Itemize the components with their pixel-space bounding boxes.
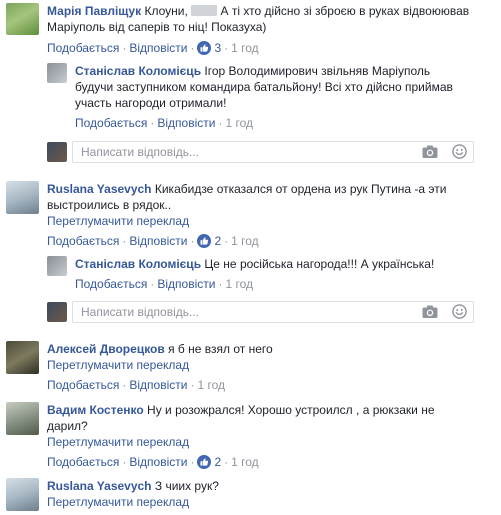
like-link[interactable]: Подобається bbox=[75, 116, 147, 130]
reply-box[interactable] bbox=[72, 301, 474, 323]
comment-author[interactable]: Станіслав Коломієць bbox=[75, 64, 201, 78]
timestamp[interactable]: 1 год bbox=[231, 234, 259, 248]
reply-link[interactable]: Відповісти bbox=[129, 378, 187, 392]
comment-text: Станіслав Коломієць Це не російська наго… bbox=[75, 256, 434, 272]
translate-link[interactable]: Перетлумачити переклад bbox=[47, 213, 189, 229]
comment-body: выстроились в рядок.. bbox=[47, 198, 172, 212]
redacted-mark bbox=[191, 5, 218, 16]
reply-link[interactable]: Відповісти bbox=[129, 41, 187, 55]
camera-icon[interactable] bbox=[422, 305, 438, 319]
comment-author[interactable]: Алексей Дворецков bbox=[47, 342, 165, 356]
comment-text: Ruslana Yasevych З чиих рук? bbox=[47, 478, 219, 494]
reply-input[interactable] bbox=[81, 304, 381, 320]
comment-body: будучи заступником командира батальйону!… bbox=[75, 80, 453, 94]
like-link[interactable]: Подобається bbox=[47, 378, 119, 392]
translate-link[interactable]: Перетлумачити переклад bbox=[47, 434, 189, 450]
comment-actions: Подобається · Відповісти · 1 год bbox=[75, 116, 253, 130]
like-count[interactable]: 2 bbox=[211, 234, 221, 248]
avatar[interactable] bbox=[6, 478, 39, 511]
like-link[interactable]: Подобається bbox=[47, 455, 119, 469]
comment-actions: Подобається · Відповісти · 1 год bbox=[75, 277, 253, 291]
thumbs-up-icon[interactable] bbox=[197, 234, 211, 248]
camera-icon[interactable] bbox=[422, 145, 438, 159]
comment-body: Ігор Володимирович звільняв Маріуполь bbox=[204, 64, 431, 78]
comment-author[interactable]: Ruslana Yasevych bbox=[47, 479, 152, 493]
reply-input[interactable] bbox=[81, 144, 381, 160]
translate-link[interactable]: Перетлумачити переклад bbox=[47, 357, 189, 373]
comment-text: Вадим Костенко Ну и розожрался! Хорошо у… bbox=[47, 402, 435, 418]
timestamp[interactable]: 1 год bbox=[231, 455, 259, 469]
comment-actions: Подобається · Відповісти · 3 · 1 год bbox=[47, 41, 259, 55]
comment-body: Ну и розожрался! Хорошо устроилсл , а рю… bbox=[147, 403, 435, 417]
avatar[interactable] bbox=[6, 341, 39, 374]
like-link[interactable]: Подобається bbox=[47, 41, 119, 55]
comment-body: А ті хто дійсно зі зброєю в руках відвою… bbox=[220, 4, 470, 18]
like-count[interactable]: 2 bbox=[211, 455, 221, 469]
comment-body: Це не російська нагорода!!! А українська… bbox=[204, 257, 435, 271]
reply-link[interactable]: Відповісти bbox=[157, 116, 215, 130]
avatar[interactable] bbox=[6, 181, 39, 214]
comment-actions: Подобається · Відповісти · 1 год bbox=[47, 378, 225, 392]
timestamp[interactable]: 1 год bbox=[197, 378, 225, 392]
like-link[interactable]: Подобається bbox=[47, 234, 119, 248]
timestamp[interactable]: 1 год bbox=[225, 116, 253, 130]
comment-body: дарил? bbox=[47, 419, 88, 433]
comment-author[interactable]: Марія Павліщук bbox=[47, 4, 141, 18]
comment-body: участь нагороди отримали! bbox=[75, 96, 227, 110]
smiley-icon[interactable] bbox=[452, 144, 467, 159]
avatar[interactable] bbox=[47, 63, 67, 83]
reply-link[interactable]: Відповісти bbox=[129, 455, 187, 469]
avatar[interactable] bbox=[6, 3, 39, 35]
timestamp[interactable]: 1 год bbox=[225, 277, 253, 291]
reply-link[interactable]: Відповісти bbox=[129, 234, 187, 248]
comment-text: Ruslana Yasevych Кикабидзе отказался от … bbox=[47, 181, 446, 197]
like-count[interactable]: 3 bbox=[211, 41, 221, 55]
avatar bbox=[47, 302, 67, 322]
translate-link[interactable]: Перетлумачити переклад bbox=[47, 494, 189, 510]
avatar[interactable] bbox=[6, 402, 39, 435]
comment-text: Станіслав Коломієць Ігор Володимирович з… bbox=[75, 63, 430, 79]
reply-link[interactable]: Відповісти bbox=[157, 277, 215, 291]
avatar bbox=[47, 142, 67, 162]
comment-text: Алексей Дворецков я б не взял от него bbox=[47, 341, 273, 357]
thumbs-up-icon[interactable] bbox=[197, 41, 211, 55]
comment-actions: Подобається · Відповісти · 2 · 1 год bbox=[47, 234, 259, 248]
comment-author[interactable]: Вадим Костенко bbox=[47, 403, 144, 417]
comment-author[interactable]: Ruslana Yasevych bbox=[47, 182, 152, 196]
comment-author[interactable]: Станіслав Коломієць bbox=[75, 257, 201, 271]
reply-box[interactable] bbox=[72, 141, 474, 163]
comment-actions: Подобається · Відповісти · 2 · 1 год bbox=[47, 455, 259, 469]
smiley-icon[interactable] bbox=[452, 304, 467, 319]
comment-body: З чиих рук? bbox=[154, 479, 219, 493]
comment-body: Клоуни, bbox=[144, 4, 188, 18]
thumbs-up-icon[interactable] bbox=[197, 455, 211, 469]
comment-body: Кикабидзе отказался от ордена из рук Пут… bbox=[154, 182, 447, 196]
timestamp[interactable]: 1 год bbox=[231, 41, 259, 55]
comment-body: Маріуполь від саперів то ніц! Показуха) bbox=[47, 20, 267, 34]
like-link[interactable]: Подобається bbox=[75, 277, 147, 291]
avatar[interactable] bbox=[47, 256, 67, 276]
comment-body: я б не взял от него bbox=[168, 342, 273, 356]
comment-text: Марія Павліщук Клоуни, А ті хто дійсно з… bbox=[47, 3, 469, 19]
